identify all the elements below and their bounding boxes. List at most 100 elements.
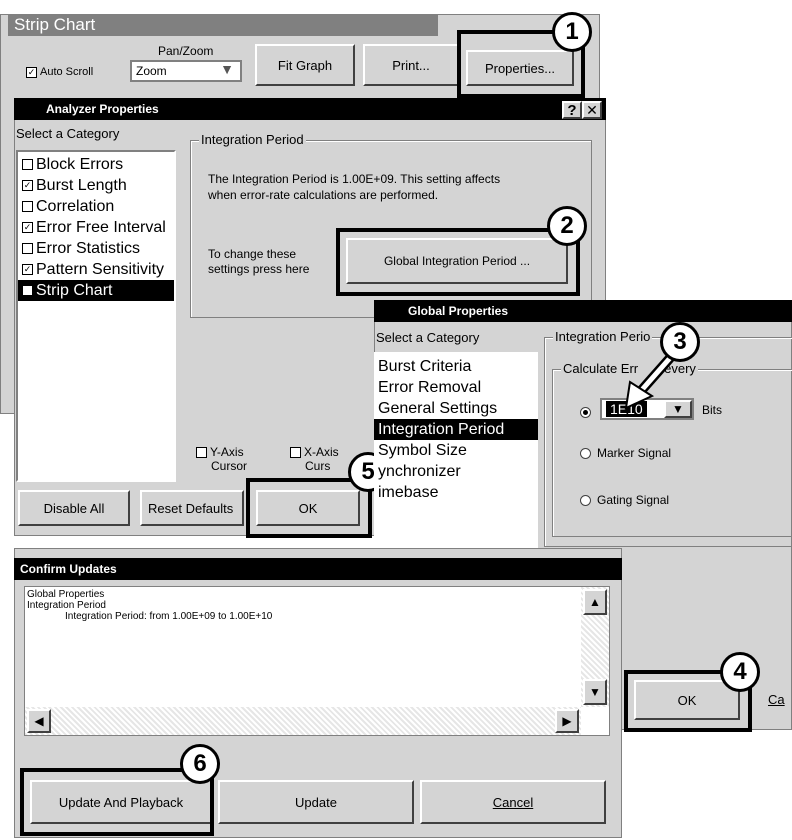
marker-signal-radio[interactable]: Marker Signal [580, 446, 671, 460]
chevron-down-icon: ▼ [220, 61, 234, 77]
pan-zoom-label: Pan/Zoom [158, 44, 214, 58]
analyzer-category-list[interactable]: Block Errors ✓ Burst Length Correlation ✓… [16, 150, 176, 482]
list-item[interactable]: Burst Criteria [374, 356, 538, 377]
integration-info-line1: The Integration Period is 1.00E+09. This… [208, 172, 501, 186]
vertical-scrollbar[interactable]: ▲ ▼ [581, 587, 609, 707]
fit-graph-label: Fit Graph [277, 57, 333, 73]
radio-icon [580, 495, 591, 507]
scroll-left-icon[interactable]: ◀ [27, 709, 51, 733]
bits-label: Bits [702, 403, 723, 417]
y-axis-label: Y-Axis [210, 445, 244, 459]
radio-icon [580, 448, 591, 460]
category-label: Correlation [36, 198, 115, 215]
cancel-button[interactable]: Cancel [420, 780, 606, 824]
confirm-title: Confirm Updates [20, 562, 117, 576]
list-item[interactable]: ✓ Burst Length [18, 175, 174, 196]
checkbox-icon: ✓ [22, 222, 33, 234]
strip-chart-titlebar: Strip Chart [8, 14, 438, 36]
reset-defaults-button[interactable]: Reset Defaults [140, 490, 244, 526]
checkbox-icon [290, 447, 301, 459]
x-axis-cursor-checkbox[interactable]: X-Axis Curs [290, 445, 339, 473]
confirm-line-1: Global Properties [27, 589, 105, 600]
checkbox-icon: ✓ [22, 285, 33, 297]
update-button[interactable]: Update [218, 780, 414, 824]
category-label: Burst Length [36, 177, 127, 194]
auto-scroll-checkbox[interactable]: ✓ Auto Scroll [26, 66, 93, 78]
print-label: Print... [392, 57, 430, 73]
confirm-line-3: Integration Period: from 1.00E+09 to 1.0… [65, 611, 273, 622]
callout-number-4: 4 [720, 652, 760, 692]
strip-chart-title: Strip Chart [14, 15, 96, 34]
cancel-label: Cancel [492, 794, 534, 810]
analyzer-select-category-label: Select a Category [16, 126, 120, 141]
disable-all-label: Disable All [43, 500, 105, 516]
global-select-category-label: Select a Category [376, 330, 480, 345]
callout-box-5 [246, 478, 372, 538]
update-label: Update [295, 794, 337, 810]
list-item-selected[interactable]: ✓ Strip Chart [18, 280, 174, 301]
checkbox-icon [22, 201, 33, 213]
pan-zoom-value: Zoom [136, 64, 167, 78]
checkbox-icon: ✓ [22, 264, 33, 276]
callout-box-6 [20, 768, 214, 836]
analyzer-titlebar: Analyzer Properties [14, 98, 606, 120]
help-button[interactable]: ? [562, 101, 582, 119]
confirm-line-2: Integration Period [27, 600, 106, 611]
category-label: Block Errors [36, 156, 124, 173]
list-item[interactable]: General Settings [374, 398, 538, 419]
category-label: Pattern Sensitivity [36, 261, 165, 278]
close-icon: ✕ [586, 101, 598, 118]
scroll-down-icon[interactable]: ▼ [583, 679, 607, 705]
checkbox-icon [196, 447, 207, 459]
reset-defaults-label: Reset Defaults [148, 500, 234, 516]
disable-all-button[interactable]: Disable All [18, 490, 130, 526]
callout-number-1: 1 [552, 12, 592, 52]
global-cancel-button-partial[interactable]: Ca [768, 692, 785, 707]
fit-graph-button[interactable]: Fit Graph [255, 44, 355, 86]
list-item[interactable]: Correlation [18, 196, 174, 217]
scroll-right-icon[interactable]: ▶ [555, 709, 579, 733]
list-item-selected[interactable]: Integration Period [374, 419, 538, 440]
callout-box-2 [336, 228, 580, 296]
list-item[interactable]: ✓ Error Free Interval [18, 217, 174, 238]
checkbox-icon: ✓ [22, 180, 33, 192]
list-item[interactable]: Error Statistics [18, 238, 174, 259]
change-settings-line1: To change these [208, 247, 297, 261]
pan-zoom-select[interactable]: Zoom ▼ [130, 60, 242, 82]
category-label: Error Free Interval [36, 219, 166, 236]
print-button[interactable]: Print... [363, 44, 459, 86]
analyzer-title: Analyzer Properties [46, 102, 159, 116]
horizontal-scrollbar[interactable]: ◀ ▶ [25, 707, 581, 735]
callout-number-6: 6 [180, 744, 220, 784]
checkbox-icon [22, 243, 33, 255]
list-item[interactable]: Block Errors [18, 154, 174, 175]
x-axis-label: X-Axis [304, 445, 339, 459]
confirm-text-area[interactable]: Global Properties Integration Period Int… [24, 586, 610, 736]
category-label: Error Statistics [36, 240, 141, 257]
close-button[interactable]: ✕ [582, 101, 602, 119]
gating-signal-label: Gating Signal [597, 493, 670, 507]
gating-signal-radio[interactable]: Gating Signal [580, 493, 669, 507]
list-item[interactable]: Error Removal [374, 377, 538, 398]
y-axis-cursor-checkbox[interactable]: Y-Axis Cursor [196, 445, 247, 473]
category-label: Strip Chart [36, 282, 113, 299]
marker-signal-label: Marker Signal [597, 446, 672, 460]
auto-scroll-label: Auto Scroll [40, 66, 94, 78]
integration-period-group-label: Integration Period [199, 132, 306, 147]
confirm-titlebar: Confirm Updates [14, 558, 622, 580]
auto-scroll-check-icon: ✓ [26, 66, 37, 78]
help-icon: ? [567, 101, 577, 119]
list-item[interactable]: ynchronizer [374, 461, 538, 482]
list-item[interactable]: ✓ Pattern Sensitivity [18, 259, 174, 280]
x-axis-cursor-label: Curs [305, 459, 331, 473]
global-title: Global Properties [408, 304, 509, 318]
scroll-up-icon[interactable]: ▲ [583, 589, 607, 615]
radio-selected-icon [580, 407, 591, 419]
integration-info-line2: when error-rate calculations are perform… [208, 188, 439, 202]
y-axis-cursor-label: Cursor [211, 459, 248, 473]
list-item[interactable]: Symbol Size [374, 440, 538, 461]
callout-number-3: 3 [660, 322, 700, 362]
checkbox-icon [22, 159, 33, 171]
list-item[interactable]: imebase [374, 482, 538, 503]
global-titlebar: Global Properties [374, 300, 792, 322]
